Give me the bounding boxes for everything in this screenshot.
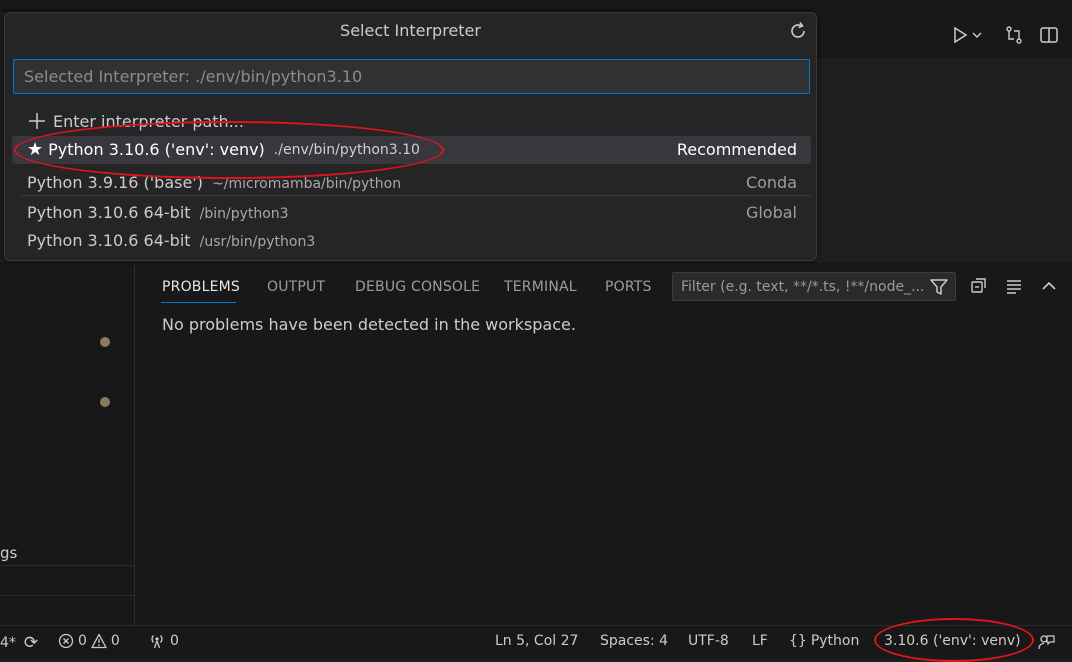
interpreter-path: /bin/python3 [199,206,289,222]
interpreter-item-env-venv[interactable]: ★ Python 3.10.6 ('env': venv) ./env/bin/… [12,136,811,164]
add-icon [29,113,45,129]
bottom-panel: PROBLEMS OUTPUT DEBUG CONSOLE TERMINAL P… [135,262,1072,625]
enter-path-label: Enter interpreter path... [53,111,244,131]
language-label: Python [810,633,860,649]
interpreter-item-base-conda[interactable]: Python 3.9.16 ('base') ~/micromamba/bin/… [12,169,811,197]
select-interpreter-quick-pick: Select Interpreter Enter interpreter pat… [4,12,817,261]
branch-fragment: 4* [0,635,16,651]
interpreter-item-global-bin[interactable]: Python 3.10.6 64-bit /bin/python3 Global [12,199,811,227]
ports-count: 0 [170,633,179,649]
interpreter-search-box[interactable] [13,59,810,94]
filter-input[interactable] [673,273,939,300]
title-bar-strip [0,0,1072,12]
modified-dot [100,337,110,347]
interpreter-label: Python 3.9.16 ('base') [27,173,203,192]
braces-icon: {} [789,633,807,649]
sidebar: gs [0,262,135,625]
tab-problems[interactable]: PROBLEMS [162,279,240,295]
source-control-status[interactable]: 4* ⟳ [0,633,38,653]
broadcast-icon [148,633,166,649]
editor-toolbar [818,12,1072,58]
chevron-up-icon[interactable] [1039,276,1059,296]
interpreter-path: ~/micromamba/bin/python [212,176,402,192]
star-icon: ★ [27,138,44,160]
active-tab-indicator [161,302,236,303]
eol-status[interactable]: LF [752,633,768,649]
ports-status[interactable]: 0 [148,633,179,649]
chevron-down-icon[interactable] [970,24,984,46]
sidebar-partial-label[interactable]: gs [0,544,17,562]
enter-interpreter-path-item[interactable]: Enter interpreter path... [12,107,811,135]
warning-icon [91,633,107,649]
view-as-list-icon[interactable] [1004,276,1024,296]
recommended-tag: Recommended [676,140,797,159]
filter-icon[interactable] [929,277,949,297]
run-icon[interactable] [949,24,971,46]
interpreter-path: ./env/bin/python3.10 [273,141,420,158]
divider [0,595,134,596]
divider [0,565,134,566]
split-editor-icon[interactable] [1038,24,1060,46]
divider [20,195,811,196]
warning-count: 0 [110,633,120,649]
quick-pick-title: Select Interpreter [340,21,481,40]
global-tag: Global [745,203,797,222]
python-interpreter-status[interactable]: 3.10.6 ('env': venv) [884,633,1021,649]
interpreter-label: Python 3.10.6 ('env': venv) [48,140,265,159]
feedback-icon[interactable] [1037,633,1055,651]
modified-dot [100,397,110,407]
tab-terminal[interactable]: TERMINAL [504,279,577,295]
interpreter-item-usr-bin[interactable]: Python 3.10.6 64-bit /usr/bin/python3 [12,227,811,255]
tab-ports[interactable]: PORTS [605,279,652,295]
problems-message: No problems have been detected in the wo… [162,315,576,334]
interpreter-path: /usr/bin/python3 [199,234,316,250]
conda-tag: Conda [745,173,797,192]
error-icon [58,633,74,649]
indentation-status[interactable]: Spaces: 4 [600,633,668,649]
tab-output[interactable]: OUTPUT [267,279,325,295]
tab-debug-console[interactable]: DEBUG CONSOLE [355,279,480,295]
compare-changes-icon[interactable] [1003,24,1025,46]
panel-tab-bar: PROBLEMS OUTPUT DEBUG CONSOLE TERMINAL P… [135,262,1072,312]
status-bar: 4* ⟳ 0 0 0 Ln 5, Col 27 Spaces: 4 UTF-8 … [0,625,1072,659]
interpreter-label: Python 3.10.6 64-bit [27,231,191,250]
refresh-icon[interactable] [787,20,809,42]
interpreter-search-input[interactable] [14,60,809,93]
language-mode[interactable]: {} Python [789,633,859,649]
sync-icon: ⟳ [23,633,39,653]
encoding-status[interactable]: UTF-8 [688,633,729,649]
interpreter-label: Python 3.10.6 64-bit [27,203,191,222]
problems-status[interactable]: 0 0 [58,633,120,649]
cursor-position[interactable]: Ln 5, Col 27 [495,633,578,649]
collapse-all-icon[interactable] [969,276,989,296]
problems-filter[interactable] [672,272,956,301]
error-count: 0 [78,633,87,649]
